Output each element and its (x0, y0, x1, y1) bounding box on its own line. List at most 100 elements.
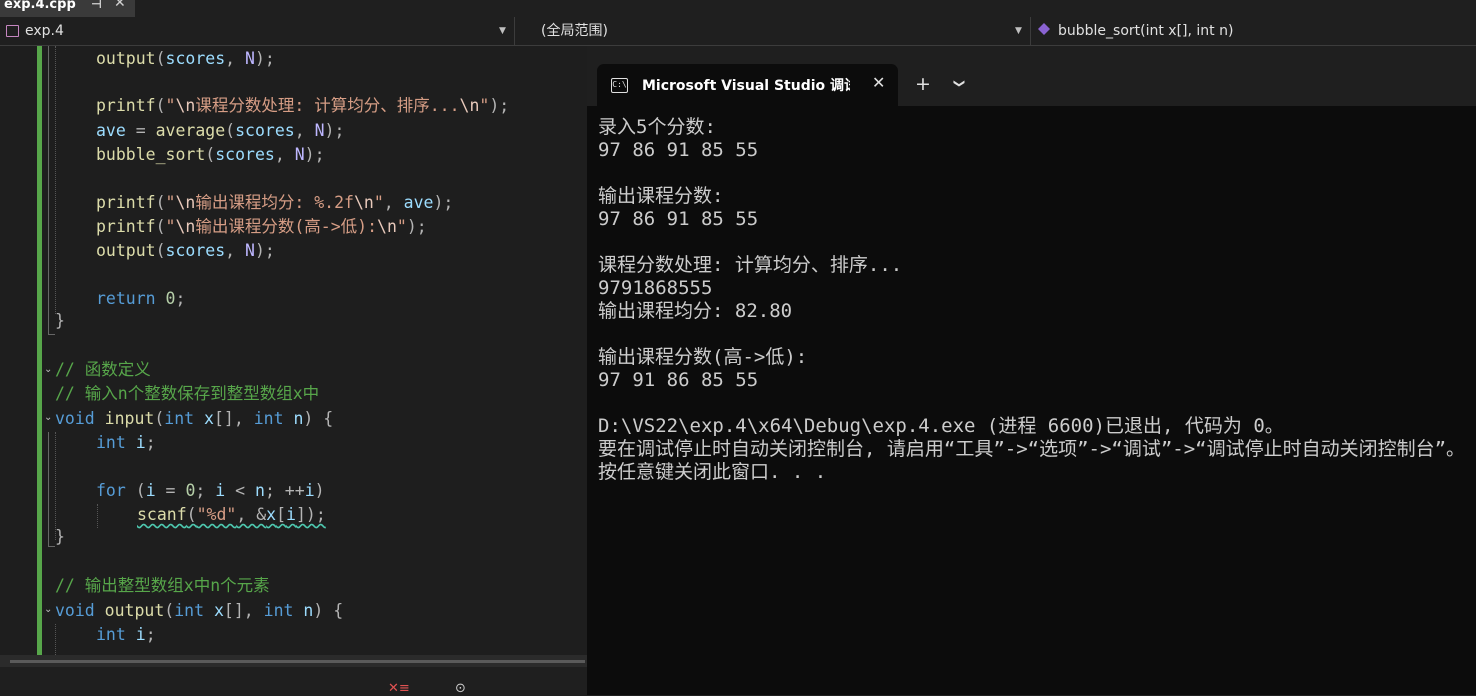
code-line: bubble_sort(scores, N); (96, 143, 325, 167)
token: i (304, 481, 315, 500)
token: \n (377, 217, 397, 236)
token: " (396, 217, 407, 236)
code-editor[interactable]: output(scores, N); printf("\n课程分数处理: 计算均… (0, 46, 587, 655)
fold-toggle-icon[interactable]: ⌄ (44, 412, 52, 423)
code-line: for (i = 0; i < n; ++i) (96, 479, 325, 503)
indent-guide (97, 504, 98, 528)
token: \n (459, 96, 480, 115)
close-icon[interactable]: ✕ (114, 0, 126, 10)
function-name: bubble_sort(int x[], int n) (1058, 23, 1234, 39)
settings-icon[interactable]: ⊙ (455, 681, 466, 696)
token: i (145, 481, 156, 500)
token: i (215, 481, 226, 500)
code-line: printf("\n输出课程均分: %.2f\n", ave); (96, 191, 453, 215)
console-line: 输出课程均分: 82.80 (598, 300, 793, 322)
console-tab[interactable]: C:\ Microsoft Visual Studio 调试控制台 ✕ (597, 64, 898, 106)
block-guide (48, 432, 55, 547)
token: ( (125, 481, 146, 500)
document-tab[interactable]: exp.4.cpp ⊣ ✕ (0, 0, 135, 17)
console-line: 要在调试停止时自动关闭控制台, 请启用“工具”->“选项”->“调试”->“调试… (598, 438, 1466, 460)
token: int (263, 601, 294, 620)
token: ); (433, 193, 454, 212)
token: scores (165, 49, 226, 68)
console-line: 97 86 91 85 55 (598, 139, 759, 161)
token: \n (353, 193, 374, 212)
token: " (165, 193, 176, 212)
token: ave (96, 121, 126, 140)
token: 0 (185, 481, 196, 500)
indent-guide (55, 624, 56, 655)
new-tab-button[interactable]: + (915, 74, 931, 94)
console-line: 课程分数处理: 计算均分、排序... (598, 254, 903, 276)
token: ) { (303, 409, 334, 428)
code-line: void output(int x[], int n) { (55, 599, 343, 623)
token: = (155, 481, 186, 500)
console-line: D:\VS22\exp.4\x64\Debug\exp.4.exe (进程 66… (598, 415, 1284, 437)
token: ); (406, 217, 427, 236)
code-line: int i; (96, 623, 156, 647)
code-line: } (55, 309, 65, 333)
code-line: ave = average(scores, N); (96, 119, 344, 143)
console-line: 97 86 91 85 55 (598, 208, 759, 230)
token: ; (145, 625, 156, 644)
token: ( (155, 96, 166, 115)
debug-console-window[interactable]: C:\ Microsoft Visual Studio 调试控制台 ✕ + ❯ … (587, 46, 1476, 695)
token: for (96, 481, 126, 500)
token: i (125, 625, 146, 644)
token: , (383, 193, 404, 212)
token: ; (175, 289, 186, 308)
code-line: // 函数定义 (55, 358, 151, 382)
token: // 输出整型数组x中n个元素 (55, 576, 270, 595)
token: scores (165, 241, 226, 260)
token: ( (155, 241, 166, 260)
token: // 输入n个整数保存到整型数组x中 (55, 384, 320, 403)
pin-icon[interactable]: ⊣ (91, 0, 102, 11)
token: \n (175, 193, 196, 212)
scope-selector[interactable]: (全局范围) ▼ (516, 17, 1031, 45)
fold-toggle-icon[interactable]: ⌄ (44, 364, 52, 375)
code-line: scanf("%d", &x[i]); (137, 503, 326, 527)
token: x (194, 409, 214, 428)
navigation-bar: exp.4 ▼ (全局范围) ▼ bubble_sort(int x[], in… (0, 17, 1476, 46)
token: n (255, 481, 265, 500)
error-list-icon[interactable]: ✕≡ (388, 681, 410, 696)
chevron-down-icon: ▼ (499, 26, 506, 36)
token: scores (235, 121, 295, 140)
token: i (286, 505, 296, 524)
token: = (125, 121, 156, 140)
console-line: 按任意键关闭此窗口. . . (598, 461, 827, 483)
error-squiggle[interactable]: scanf("%d", &x[i]); (137, 505, 326, 524)
token: 课程分数处理: 计算均分、排序... (195, 96, 460, 115)
scrollbar-thumb[interactable] (10, 660, 585, 663)
token: int (96, 433, 126, 452)
token: N (245, 49, 255, 68)
token: ) { (313, 601, 344, 620)
token: printf (96, 193, 156, 212)
token: int (253, 409, 284, 428)
token: void (55, 601, 95, 620)
token: 0 (155, 289, 176, 308)
console-title-bar: C:\ Microsoft Visual Studio 调试控制台 ✕ + ❯ (587, 46, 1476, 106)
token: n (293, 601, 314, 620)
code-line: output(scores, N); (96, 239, 275, 263)
close-icon[interactable]: ✕ (872, 73, 885, 92)
project-selector[interactable]: exp.4 ▼ (0, 17, 515, 45)
token: scanf (137, 505, 187, 524)
token: return (96, 289, 156, 308)
token: i (125, 433, 146, 452)
token: average (155, 121, 226, 140)
token: ); (254, 49, 275, 68)
code-line: output(scores, N); (96, 47, 275, 71)
token: 输出课程分数(高->低): (195, 217, 378, 236)
function-selector[interactable]: bubble_sort(int x[], int n) (1032, 17, 1476, 45)
code-line: // 输出整型数组x中n个元素 (55, 574, 270, 598)
fold-toggle-icon[interactable]: ⌄ (44, 604, 52, 615)
block-guide (48, 46, 55, 335)
token: ( (154, 409, 165, 428)
token: scores (215, 145, 275, 164)
code-line: printf("\n输出课程分数(高->低):\n"); (96, 215, 427, 239)
token: ( (164, 601, 175, 620)
chevron-down-icon[interactable]: ❯ (953, 79, 966, 88)
token: , (225, 241, 246, 260)
